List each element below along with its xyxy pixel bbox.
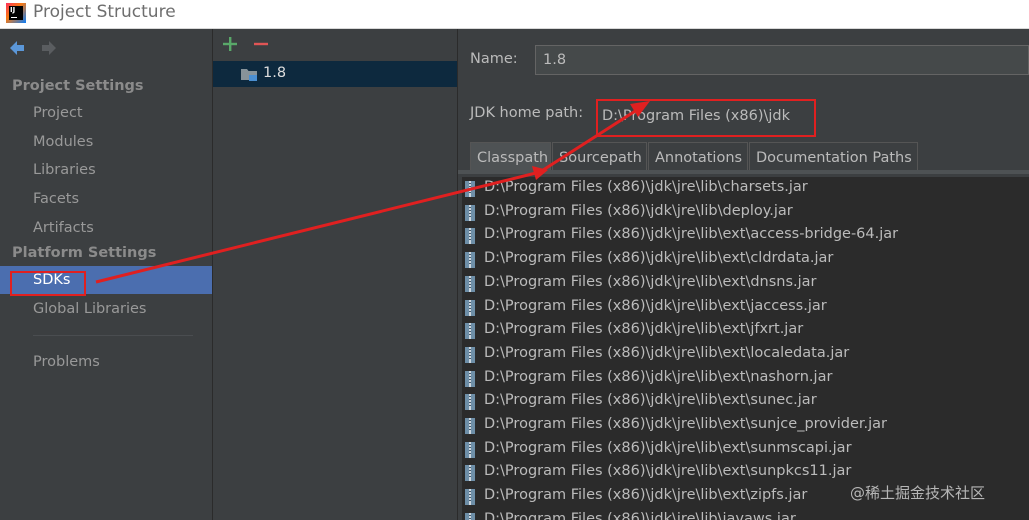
list-item[interactable]: D:\Program Files (x86)\jdk\jre\lib\chars… [462, 177, 1029, 201]
project-settings-header: Project Settings [12, 78, 144, 94]
sidebar-item-label: Project [33, 105, 83, 121]
sidebar-item-artifacts[interactable]: Artifacts [0, 214, 212, 242]
tab-documentation-paths[interactable]: Documentation Paths [749, 142, 918, 172]
tab-underline [458, 170, 1029, 174]
list-item[interactable]: D:\Program Files (x86)\jdk\jre\lib\ext\j… [462, 296, 1029, 320]
settings-sidebar: Project Settings Project Modules Librari… [0, 29, 213, 520]
name-field[interactable]: 1.8 [535, 45, 1029, 75]
arrow-right-icon[interactable] [40, 39, 58, 57]
list-item[interactable]: D:\Program Files (x86)\jdk\jre\lib\ext\d… [462, 272, 1029, 296]
sidebar-item-facets[interactable]: Facets [0, 185, 212, 213]
title-bar: IJ Project Structure [0, 0, 1029, 29]
jar-icon [465, 370, 475, 387]
list-item[interactable]: D:\Program Files (x86)\jdk\jre\lib\ext\s… [462, 390, 1029, 414]
sidebar-item-sdks[interactable]: SDKs [0, 266, 212, 294]
classpath-entry: D:\Program Files (x86)\jdk\jre\lib\ext\l… [484, 344, 850, 361]
sdk-details-panel: Name: 1.8 JDK home path: D:\Program File… [458, 29, 1029, 520]
list-item[interactable]: D:\Program Files (x86)\jdk\jre\lib\javaw… [462, 509, 1029, 520]
jar-icon [465, 346, 475, 363]
jar-icon [465, 394, 475, 411]
jar-icon [465, 299, 475, 316]
jar-icon [465, 323, 475, 340]
tab-classpath[interactable]: Classpath [470, 142, 551, 172]
classpath-list[interactable]: D:\Program Files (x86)\jdk\jre\lib\chars… [462, 177, 1029, 520]
jar-icon [465, 512, 475, 520]
sidebar-item-project[interactable]: Project [0, 99, 212, 127]
list-item[interactable]: D:\Program Files (x86)\jdk\jre\lib\ext\l… [462, 343, 1029, 367]
sdk-toolbar [213, 29, 457, 61]
sidebar-divider [33, 335, 193, 336]
sidebar-item-global-libraries[interactable]: Global Libraries [0, 295, 212, 323]
list-item[interactable]: D:\Program Files (x86)\jdk\jre\lib\deplo… [462, 201, 1029, 225]
sidebar-item-label: SDKs [33, 272, 71, 288]
jar-icon [465, 418, 475, 434]
intellij-logo-icon: IJ [6, 3, 26, 23]
arrow-left-icon[interactable] [8, 39, 26, 57]
sidebar-item-label: Artifacts [33, 220, 94, 236]
classpath-entry: D:\Program Files (x86)\jdk\jre\lib\ext\d… [484, 273, 817, 290]
list-item[interactable]: D:\Program Files (x86)\jdk\jre\lib\ext\s… [462, 438, 1029, 462]
minus-icon[interactable] [252, 35, 270, 53]
sidebar-item-label: Global Libraries [33, 301, 147, 317]
list-item[interactable]: D:\Program Files (x86)\jdk\jre\lib\ext\s… [462, 414, 1029, 438]
classpath-entry: D:\Program Files (x86)\jdk\jre\lib\javaw… [484, 510, 796, 520]
classpath-entry: D:\Program Files (x86)\jdk\jre\lib\ext\s… [484, 463, 852, 480]
jar-icon [465, 275, 475, 292]
jdk-home-field[interactable]: D:\Program Files (x86)\jdk [596, 99, 816, 137]
classpath-entry: D:\Program Files (x86)\jdk\jre\lib\deplo… [484, 202, 793, 219]
sidebar-item-label: Modules [33, 134, 94, 150]
classpath-entry: D:\Program Files (x86)\jdk\jre\lib\chars… [484, 179, 808, 195]
jdk-home-label: JDK home path: [470, 105, 584, 121]
sidebar-item-label: Libraries [33, 162, 96, 178]
list-item[interactable]: D:\Program Files (x86)\jdk\jre\lib\ext\n… [462, 367, 1029, 391]
classpath-entry: D:\Program Files (x86)\jdk\jre\lib\ext\c… [484, 250, 834, 267]
plus-icon[interactable] [221, 35, 239, 53]
list-item[interactable]: D:\Program Files (x86)\jdk\jre\lib\ext\a… [462, 224, 1029, 248]
classpath-entry: D:\Program Files (x86)\jdk\jre\lib\ext\n… [484, 368, 833, 385]
sidebar-item-label: Facets [33, 191, 80, 207]
sdk-list-panel: 1.8 [213, 29, 458, 520]
jar-icon [465, 252, 475, 269]
watermark-text: @稀土掘金技术社区 [850, 484, 986, 502]
classpath-entry: D:\Program Files (x86)\jdk\jre\lib\ext\j… [484, 321, 804, 338]
list-item[interactable]: D:\Program Files (x86)\jdk\jre\lib\ext\c… [462, 248, 1029, 272]
tab-annotations[interactable]: Annotations [648, 142, 748, 172]
jar-icon [465, 465, 475, 482]
classpath-entry: D:\Program Files (x86)\jdk\jre\lib\ext\s… [484, 392, 817, 409]
jar-icon [465, 228, 475, 245]
jar-icon [465, 441, 475, 458]
sdk-name: 1.8 [263, 65, 287, 81]
list-item[interactable]: 1.8 [213, 61, 457, 87]
sidebar-item-problems[interactable]: Problems [0, 348, 212, 376]
list-item[interactable]: D:\Program Files (x86)\jdk\jre\lib\ext\j… [462, 319, 1029, 343]
name-label: Name: [470, 51, 518, 67]
folder-icon [241, 69, 257, 81]
jar-icon [465, 489, 475, 506]
jar-icon [465, 181, 475, 197]
sidebar-item-label: Problems [33, 354, 100, 370]
classpath-entry: D:\Program Files (x86)\jdk\jre\lib\ext\s… [484, 439, 852, 456]
sidebar-item-modules[interactable]: Modules [0, 128, 212, 156]
classpath-entry: D:\Program Files (x86)\jdk\jre\lib\ext\s… [484, 416, 888, 432]
classpath-entry: D:\Program Files (x86)\jdk\jre\lib\ext\z… [484, 487, 808, 504]
classpath-entry: D:\Program Files (x86)\jdk\jre\lib\ext\a… [484, 226, 899, 243]
classpath-entry: D:\Program Files (x86)\jdk\jre\lib\ext\j… [484, 297, 827, 314]
sidebar-item-libraries[interactable]: Libraries [0, 156, 212, 184]
jar-icon [465, 204, 475, 221]
platform-settings-header: Platform Settings [12, 245, 157, 261]
window-title: Project Structure [33, 2, 176, 22]
tab-sourcepath[interactable]: Sourcepath [552, 142, 647, 172]
